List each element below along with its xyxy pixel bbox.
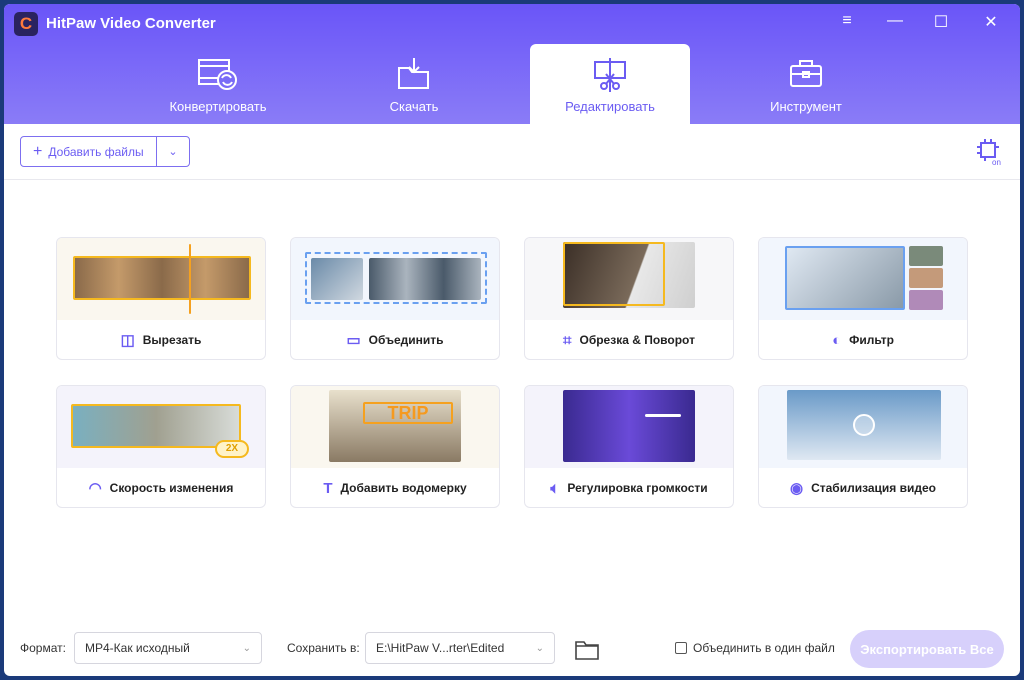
tab-label: Скачать xyxy=(389,99,439,114)
merge-thumbnail xyxy=(291,238,499,320)
watermark-badge: TRIP xyxy=(363,402,453,424)
chevron-down-icon: ⌄ xyxy=(168,146,178,158)
tab-download[interactable]: Скачать xyxy=(334,44,494,124)
add-files-button-group: + Добавить файлы ⌄ xyxy=(20,136,190,167)
save-label: Сохранить в: xyxy=(287,641,360,655)
edit-scissors-icon xyxy=(594,58,626,92)
stabilize-icon: ◉ xyxy=(789,480,804,497)
tool-label: Регулировка громкости xyxy=(567,481,708,495)
tool-label: Добавить водомерку xyxy=(340,481,467,495)
save-path-select[interactable]: E:\HitPaw V...rter\Edited ⌄ xyxy=(365,632,555,664)
tab-label: Инструмент xyxy=(770,99,842,114)
chevron-down-icon: ⌄ xyxy=(535,642,544,654)
filter-icon: ◐ xyxy=(832,331,842,349)
tool-stabilize[interactable]: ◉ Стабилизация видео xyxy=(758,385,968,508)
tool-label: Объединить xyxy=(368,333,444,347)
toolbar: + Добавить файлы ⌄ on xyxy=(4,124,1020,180)
format-label: Формат: xyxy=(20,641,66,655)
tool-label: Стабилизация видео xyxy=(811,481,937,495)
speed-thumbnail: 2X xyxy=(57,386,265,468)
tool-watermark[interactable]: TRIP T Добавить водомерку xyxy=(290,385,500,508)
tool-crop-rotate[interactable]: ⌗ Обрезка & Поворот xyxy=(524,237,734,360)
add-files-button[interactable]: + Добавить файлы xyxy=(21,137,157,166)
export-all-button[interactable]: Экспортировать Все xyxy=(850,630,1004,668)
menu-button[interactable]: ≡ xyxy=(832,12,862,30)
tool-label: Скорость изменения xyxy=(109,481,234,495)
save-path-value: E:\HitPaw V...rter\Edited xyxy=(376,641,505,655)
tool-filter[interactable]: ◐ Фильтр xyxy=(758,237,968,360)
footer: Формат: MP4-Как исходный ⌄ Сохранить в: E… xyxy=(4,620,1020,676)
maximize-button[interactable]: ☐ xyxy=(926,12,956,32)
merge-checkbox-row[interactable]: Объединить в один файл xyxy=(675,641,835,655)
hardware-acceleration-on-icon: on xyxy=(977,139,1001,167)
plus-icon: + xyxy=(33,142,43,160)
tool-label: Вырезать xyxy=(142,333,202,347)
svg-text:on: on xyxy=(992,158,1001,166)
tool-label: Обрезка & Поворот xyxy=(579,333,695,347)
tab-label: Конвертировать xyxy=(169,99,267,114)
tab-edit[interactable]: Редактировать xyxy=(530,44,690,124)
app-logo: C xyxy=(14,12,38,36)
add-files-dropdown[interactable]: ⌄ xyxy=(157,137,189,166)
cut-icon: ◫ xyxy=(120,332,135,349)
download-folder-icon xyxy=(398,58,429,89)
volume-thumbnail xyxy=(525,386,733,468)
tool-speed[interactable]: 2X ◠ Скорость изменения xyxy=(56,385,266,508)
text-watermark-icon: T xyxy=(323,479,333,497)
tool-label: Фильтр xyxy=(849,333,894,347)
tab-toolbox[interactable]: Инструмент xyxy=(726,44,886,124)
watermark-thumbnail: TRIP xyxy=(291,386,499,468)
chevron-down-icon: ⌄ xyxy=(242,642,251,654)
add-files-label: Добавить файлы xyxy=(48,144,144,159)
folder-icon[interactable] xyxy=(575,640,599,660)
cut-thumbnail xyxy=(57,238,265,320)
volume-icon: 🔈︎ xyxy=(550,479,560,497)
film-convert-icon xyxy=(198,59,237,90)
tool-merge[interactable]: ▭ Объединить xyxy=(290,237,500,360)
format-value: MP4-Как исходный xyxy=(85,641,190,655)
close-button[interactable]: ✕ xyxy=(976,12,1006,32)
merge-label: Объединить в один файл xyxy=(693,641,835,655)
crop-thumbnail xyxy=(525,238,733,320)
hardware-acceleration-button[interactable]: on xyxy=(976,138,1004,171)
app-title: HitPaw Video Converter xyxy=(46,15,216,32)
filter-thumbnail xyxy=(759,238,967,320)
format-select[interactable]: MP4-Как исходный ⌄ xyxy=(74,632,262,664)
speed-gauge-icon: ◠ xyxy=(88,480,102,497)
app-window: C HitPaw Video Converter ≡ — ☐ ✕ Конверт… xyxy=(4,4,1020,676)
tab-convert[interactable]: Конвертировать xyxy=(138,44,298,124)
toolbox-icon xyxy=(790,60,822,87)
speed-badge: 2X xyxy=(215,440,249,458)
tool-cut[interactable]: ◫ Вырезать xyxy=(56,237,266,360)
header: C HitPaw Video Converter ≡ — ☐ ✕ Конверт… xyxy=(4,4,1020,124)
minimize-button[interactable]: — xyxy=(880,12,910,30)
tool-volume[interactable]: 🔈︎ Регулировка громкости xyxy=(524,385,734,508)
tab-label: Редактировать xyxy=(565,99,655,114)
crop-icon: ⌗ xyxy=(563,331,572,349)
stabilize-thumbnail xyxy=(759,386,967,468)
merge-icon: ▭ xyxy=(346,332,361,349)
merge-checkbox[interactable] xyxy=(675,642,687,654)
